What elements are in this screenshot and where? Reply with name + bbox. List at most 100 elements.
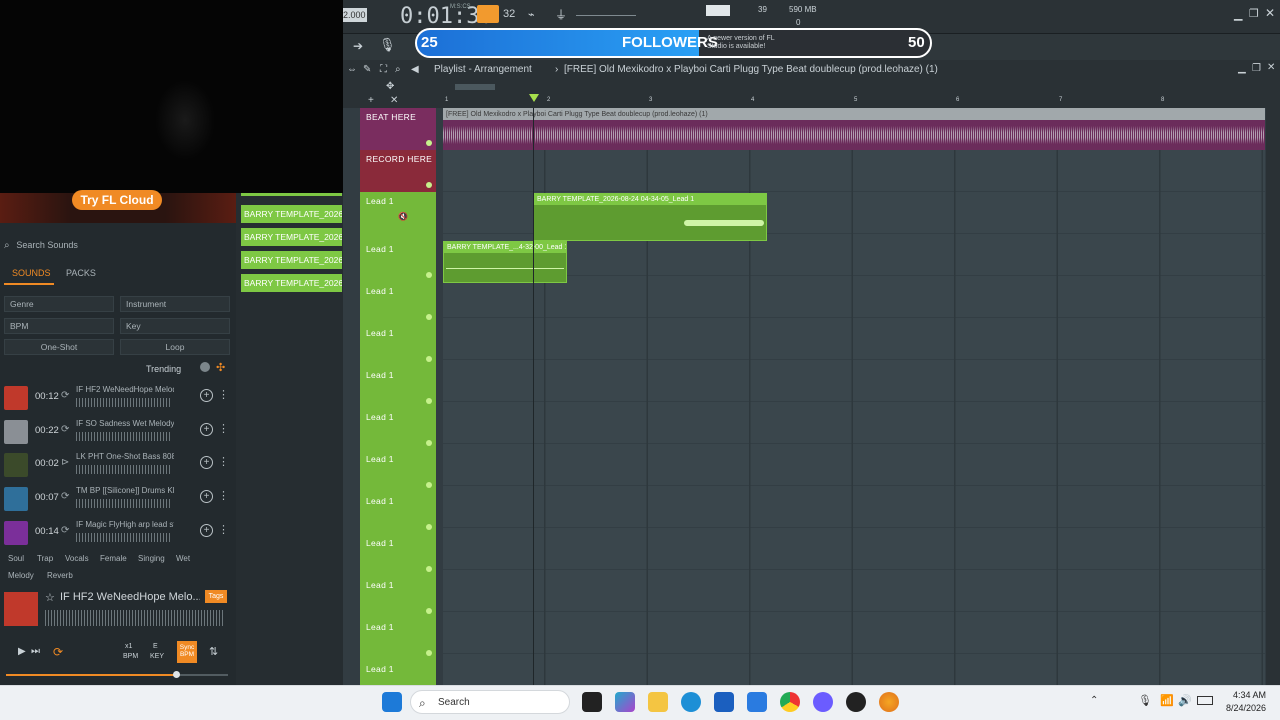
playhead-marker[interactable] — [529, 94, 539, 102]
pattern-item[interactable]: BARRY TEMPLATE_2026-... — [241, 205, 342, 223]
add-icon[interactable]: + — [200, 490, 213, 503]
try-fl-cloud-button[interactable]: Try FL Cloud — [72, 190, 162, 210]
play-icon[interactable]: ▶ — [18, 646, 26, 657]
track-dot[interactable] — [426, 314, 432, 320]
preview-progress-handle[interactable] — [173, 671, 180, 678]
track-dot[interactable] — [426, 566, 432, 572]
chevron-up-icon[interactable]: ⌃ — [1090, 695, 1098, 706]
volume-icon[interactable]: 🔊 — [1178, 694, 1192, 707]
tag-vocals[interactable]: Vocals — [65, 554, 89, 563]
pattern-item[interactable]: BARRY TEMPLATE_2026-... — [241, 274, 342, 292]
arrows-icon[interactable]: ⇔ — [347, 64, 357, 75]
preview-progress[interactable] — [6, 674, 176, 676]
track-header[interactable]: Lead 1 — [360, 366, 436, 408]
file-explorer-icon[interactable] — [648, 692, 668, 712]
pattern-clip[interactable]: BARRY TEMPLATE_...4-32-00_Lead 1 — [443, 241, 567, 283]
pattern-clip[interactable]: BARRY TEMPLATE_2026-08-24 04-34-05_Lead … — [533, 193, 767, 241]
track-header-record[interactable]: RECORD HERE — [360, 150, 436, 192]
track-header[interactable]: Lead 1 — [360, 618, 436, 660]
chrome-icon[interactable] — [780, 692, 800, 712]
clock-time[interactable]: 4:34 AM — [1226, 690, 1266, 700]
list-item[interactable]: 00:02⊳ LK PHT One-Shot Bass 808 04 + ⋮ — [0, 449, 232, 481]
genre-filter[interactable]: Genre — [4, 296, 114, 312]
add-icon[interactable]: + — [200, 389, 213, 402]
key-value[interactable]: E — [153, 643, 158, 650]
track-dot[interactable] — [426, 272, 432, 278]
track-header[interactable]: Lead 1 — [360, 534, 436, 576]
list-item[interactable]: 00:07 ⟳ TM BP [[Silicone]] Drums Kl... + ⋮ — [0, 483, 232, 515]
master-volume-slider[interactable] — [576, 10, 636, 16]
list-item[interactable]: 00:14⟳ IF Magic FlyHigh arp lead sta... + ⋮ — [0, 517, 232, 549]
more-icon[interactable]: ⋮ — [218, 388, 229, 401]
bpm-filter[interactable]: BPM — [4, 318, 114, 334]
refresh-icon[interactable] — [200, 362, 210, 372]
track-dot[interactable] — [426, 482, 432, 488]
tag-female[interactable]: Female — [100, 554, 127, 563]
wifi-icon[interactable]: 📶 — [1160, 694, 1174, 707]
tab-packs[interactable]: PACKS — [66, 268, 96, 278]
more-icon[interactable]: ⋮ — [218, 489, 229, 502]
clock-date[interactable]: 8/24/2026 — [1216, 703, 1266, 713]
discord-icon[interactable] — [813, 692, 833, 712]
microphone-icon[interactable]: 🎙 — [379, 37, 396, 53]
timeline-ruler[interactable]: + ✕ 1 2 3 4 5 6 7 8 — [343, 94, 1280, 108]
more-icon[interactable]: ⋮ — [218, 523, 229, 536]
tag-wet[interactable]: Wet — [176, 554, 190, 563]
more-icon[interactable]: ⋮ — [218, 455, 229, 468]
close-icon[interactable]: ✕ — [1267, 62, 1275, 73]
maximize-icon[interactable]: ❐ — [1249, 7, 1259, 20]
windows-start-icon[interactable] — [382, 692, 402, 712]
tempo-display[interactable]: 2.000 — [343, 8, 367, 22]
more-icon[interactable]: ⋮ — [218, 422, 229, 435]
maximize-icon[interactable]: ❐ — [1252, 63, 1261, 74]
microphone-icon[interactable]: 🎙 — [1138, 694, 1152, 707]
pattern-item[interactable]: BARRY TEMPLATE_2026-... — [241, 251, 342, 269]
star-icon[interactable]: ☆ — [45, 591, 55, 604]
track-header-beat[interactable]: BEAT HERE — [360, 108, 436, 150]
terminal-icon[interactable] — [582, 692, 602, 712]
track-header[interactable]: Lead 1 🔇 — [360, 192, 436, 234]
shuffle-icon[interactable]: ✣ — [216, 361, 225, 374]
step-button[interactable]: 32 — [503, 8, 515, 20]
zoom-icon[interactable]: ⌕ — [395, 64, 401, 75]
tag-reverb[interactable]: Reverb — [47, 571, 73, 580]
track-header[interactable]: Lead 1 — [360, 282, 436, 324]
mute-icon[interactable]: 🔇 — [398, 212, 408, 221]
key-filter[interactable]: Key — [120, 318, 230, 334]
loop-toggle-icon[interactable]: ⟳ — [53, 645, 63, 659]
overview-scroll[interactable] — [455, 84, 495, 90]
track-dot[interactable] — [426, 398, 432, 404]
battery-icon[interactable] — [1197, 696, 1213, 705]
arrow-right-icon[interactable]: ➔ — [353, 39, 363, 53]
tag-singing[interactable]: Singing — [138, 554, 165, 563]
pattern-item[interactable]: BARRY TEMPLATE_2026-... — [241, 228, 342, 246]
search-sounds-field[interactable]: ⌕ Search Sounds — [4, 240, 230, 258]
track-dot[interactable] — [426, 356, 432, 362]
minimize-icon[interactable]: ▁ — [1234, 8, 1242, 21]
tool-icon[interactable]: ✎ — [363, 64, 371, 75]
track-dot[interactable] — [426, 182, 432, 188]
tag-trap[interactable]: Trap — [37, 554, 53, 563]
audio-clip[interactable]: [FREE] Old Mexikodro x Playboi Carti Plu… — [443, 108, 1265, 150]
add-icon[interactable]: + — [200, 456, 213, 469]
track-header[interactable]: Lead 1 — [360, 408, 436, 450]
loop-filter[interactable]: Loop — [120, 339, 230, 355]
tags-button[interactable]: Tags — [205, 590, 227, 603]
add-icon[interactable]: + — [200, 423, 213, 436]
list-item[interactable]: 00:12⟳ IF HF2 WeNeedHope Melody... + ⋮ — [0, 382, 232, 414]
tag-soul[interactable]: Soul — [8, 554, 24, 563]
vertical-scrollbar[interactable] — [1266, 100, 1280, 685]
track-header[interactable]: Lead 1 — [360, 450, 436, 492]
speaker-icon[interactable]: ◀ — [411, 64, 419, 75]
drag-icon[interactable]: ⇅ — [209, 645, 218, 658]
track-header[interactable]: Lead 1 — [360, 492, 436, 534]
sync-bpm-button[interactable]: Sync BPM — [177, 641, 197, 663]
snap-icon[interactable]: ⛶ — [380, 64, 387, 75]
track-dot[interactable] — [426, 440, 432, 446]
bpm-multiplier[interactable]: x1 — [125, 643, 132, 650]
track-dot[interactable] — [426, 524, 432, 530]
close-icon[interactable]: ✕ — [390, 95, 398, 106]
sort-dropdown[interactable]: Trending — [146, 364, 181, 374]
update-hint[interactable]: A newer version of FL Studio is availabl… — [707, 35, 782, 51]
track-header[interactable]: Lead 1 — [360, 324, 436, 366]
